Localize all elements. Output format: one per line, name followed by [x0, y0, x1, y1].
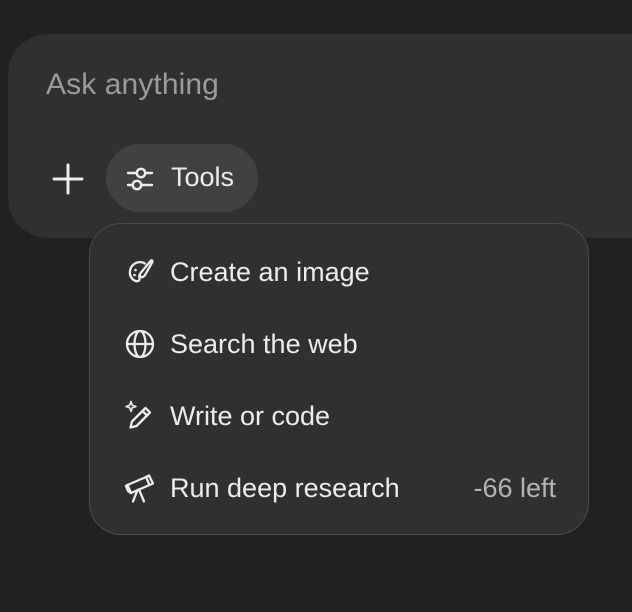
usage-remaining-count: -66 left	[473, 473, 556, 503]
app-screen: Ask anything Tools Create an image Searc…	[0, 0, 632, 612]
globe-icon	[124, 328, 156, 360]
composer	[8, 34, 632, 238]
menu-item-label: Search the web	[170, 329, 358, 359]
palette-brush-icon	[124, 256, 156, 288]
menu-item-search-web[interactable]: Search the web	[110, 312, 568, 376]
sparkle-pen-icon	[124, 400, 156, 432]
tools-button[interactable]: Tools	[106, 144, 258, 212]
menu-item-label: Run deep research	[170, 473, 400, 503]
sliders-icon	[126, 165, 154, 193]
menu-item-create-image[interactable]: Create an image	[110, 240, 568, 304]
prompt-input[interactable]: Ask anything	[46, 68, 219, 102]
menu-item-label: Create an image	[170, 257, 370, 287]
menu-item-label: Write or code	[170, 401, 331, 431]
plus-icon	[51, 162, 85, 196]
menu-item-write-code[interactable]: Write or code	[110, 384, 568, 448]
tools-label: Tools	[171, 162, 235, 192]
menu-item-deep-research[interactable]: Run deep research -66 left	[110, 456, 568, 520]
add-button[interactable]	[44, 155, 92, 203]
telescope-icon	[124, 472, 156, 504]
tools-menu: Create an image Search the web Write or …	[89, 223, 589, 535]
